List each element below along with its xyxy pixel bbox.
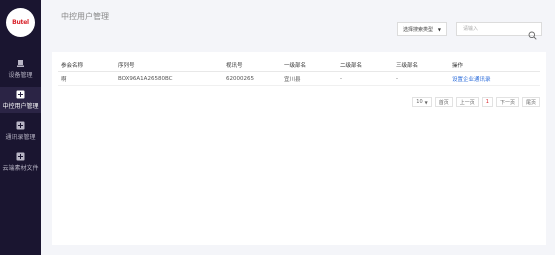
cell-dept-level-3: - — [393, 71, 449, 86]
cell-serial: BOX96A1A26580BC — [115, 71, 223, 86]
page-size-select[interactable]: 10 ▼ — [412, 97, 432, 107]
column-header: 一级部名 — [281, 58, 337, 72]
sidebar-item-contacts[interactable]: 通讯录管理 — [0, 118, 41, 144]
page-title: 中控用户管理 — [61, 12, 109, 21]
cell-video-number: 62000265 — [223, 71, 281, 86]
column-header: 二级部名 — [337, 58, 393, 72]
sidebar-item-label: 中控用户管理 — [2, 103, 39, 110]
sidebar-item-cloud-files[interactable]: 云端素材文件 — [0, 149, 41, 175]
sidebar-item-label: 云端素材文件 — [2, 165, 39, 172]
plus-square-icon — [16, 152, 25, 161]
set-enterprise-contacts-link[interactable]: 设置企业通讯录 — [452, 77, 491, 83]
column-header: 序列号 — [115, 58, 223, 72]
first-page-button[interactable]: 首页 — [434, 97, 453, 107]
search-input[interactable] — [463, 24, 529, 34]
table-header-row: 参会名称 序列号 视讯号 一级部名 二级部名 三级部名 操作 — [58, 58, 540, 72]
cell-action: 设置企业通讯录 — [449, 71, 540, 86]
users-table: 参会名称 序列号 视讯号 一级部名 二级部名 三级部名 操作 啊 BOX96A1… — [58, 58, 540, 86]
caret-down-icon: ▼ — [424, 99, 428, 105]
search-type-select[interactable]: 选择搜索类型 ▼ — [397, 22, 447, 36]
app: Butel 设备管理 中控用户管理 通讯录管理 云端素材文件 中控用户管理 选择… — [0, 0, 555, 255]
search-box — [456, 22, 542, 40]
pagination: 10 ▼ 首页 上一页 1 下一页 尾页 — [412, 97, 540, 107]
sidebar: Butel 设备管理 中控用户管理 通讯录管理 云端素材文件 — [0, 0, 41, 255]
next-page-button[interactable]: 下一页 — [495, 97, 519, 107]
column-header: 三级部名 — [393, 58, 449, 72]
sidebar-item-label: 设备管理 — [8, 72, 33, 79]
sidebar-item-label: 通讯录管理 — [5, 134, 36, 141]
column-header: 操作 — [449, 58, 540, 72]
sidebar-item-devices[interactable]: 设备管理 — [0, 56, 41, 82]
plus-square-icon — [16, 121, 25, 130]
plus-square-icon — [16, 90, 25, 99]
cell-dept-level-1: 宜川县 — [281, 71, 337, 86]
prev-page-button[interactable]: 上一页 — [455, 97, 479, 107]
current-page[interactable]: 1 — [481, 97, 493, 107]
search-type-label: 选择搜索类型 — [403, 26, 434, 33]
cell-dept-level-2: - — [337, 71, 393, 86]
device-icon — [16, 59, 25, 68]
table-row: 啊 BOX96A1A26580BC 62000265 宜川县 - - 设置企业通… — [58, 71, 540, 86]
logo-text: Butel — [12, 19, 29, 26]
logo: Butel — [6, 8, 35, 37]
column-header: 视讯号 — [223, 58, 281, 72]
search-icon[interactable] — [528, 25, 537, 44]
caret-down-icon: ▼ — [437, 27, 441, 32]
column-header: 参会名称 — [58, 58, 115, 72]
last-page-button[interactable]: 尾页 — [521, 97, 540, 107]
sidebar-item-control-users[interactable]: 中控用户管理 — [0, 87, 41, 113]
page-size-value: 10 — [416, 99, 423, 105]
cell-name: 啊 — [58, 71, 115, 86]
